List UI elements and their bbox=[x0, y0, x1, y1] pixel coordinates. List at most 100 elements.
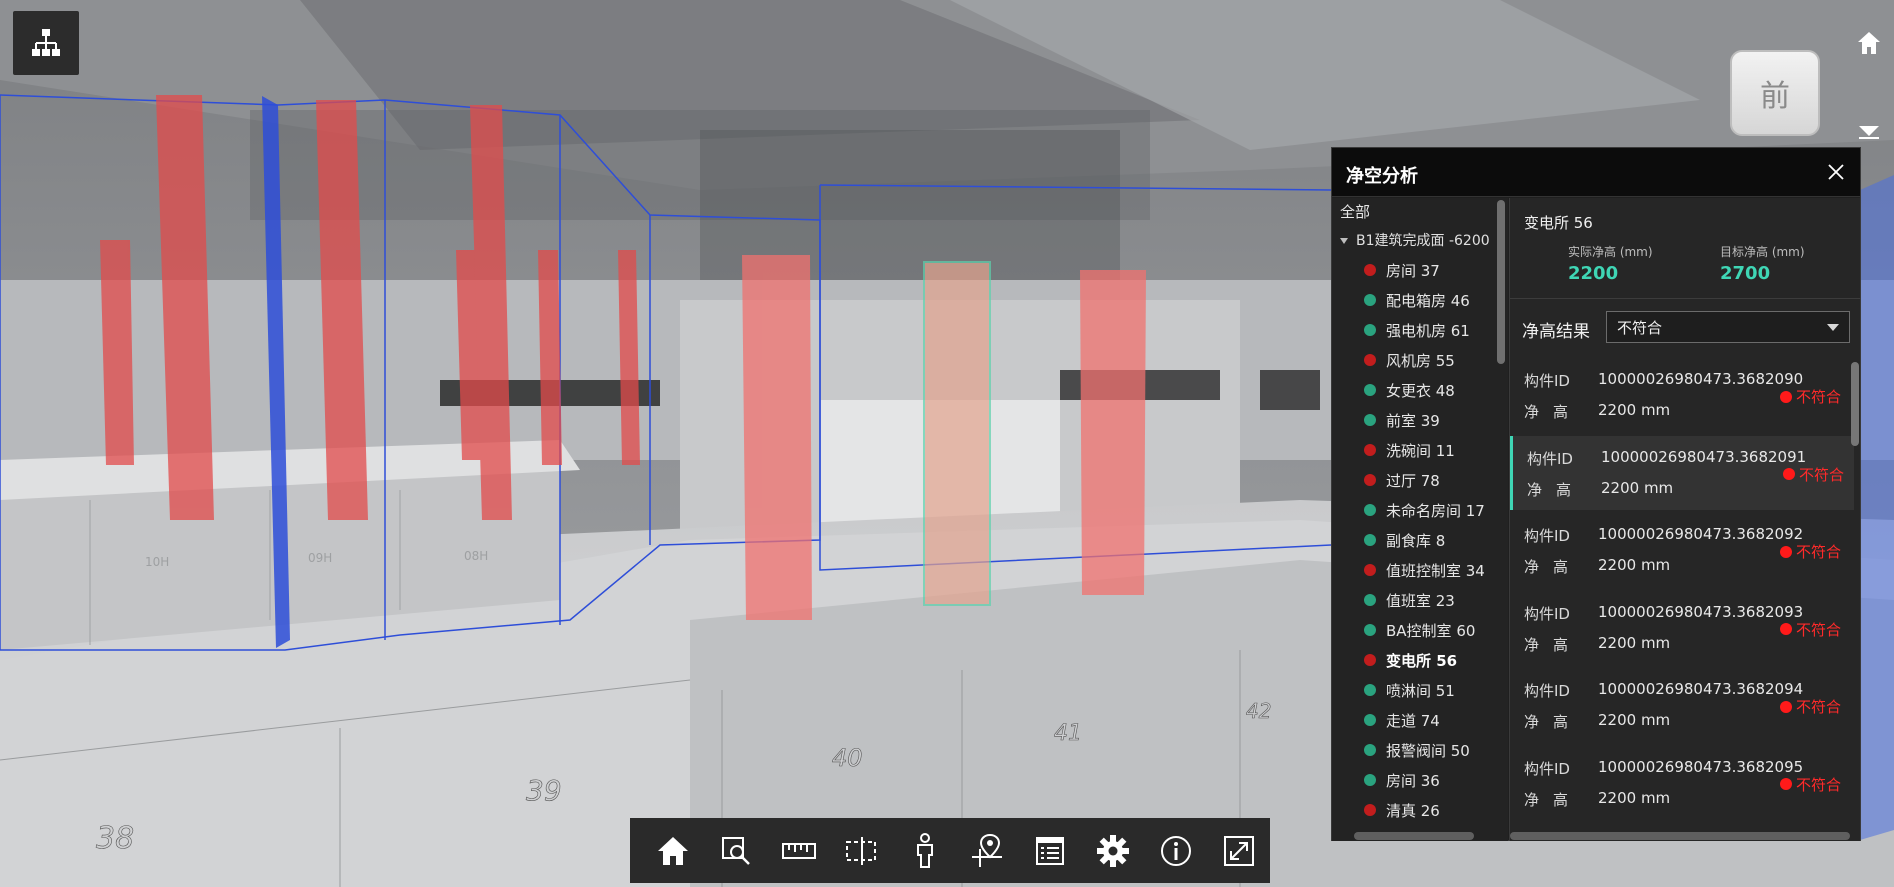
home-button[interactable] bbox=[642, 821, 705, 881]
walkthrough-button[interactable] bbox=[893, 821, 956, 881]
clear-height-value: 2200 mm bbox=[1601, 478, 1674, 497]
status-fail-dot bbox=[1780, 700, 1792, 713]
panel-title: 净空分析 bbox=[1346, 166, 1418, 187]
tree-item[interactable]: 报警阀间 50 bbox=[1364, 735, 1470, 765]
section-box-button[interactable] bbox=[830, 821, 893, 881]
status-pass-dot bbox=[1364, 414, 1376, 426]
locate-pin-icon bbox=[972, 833, 1003, 867]
status-fail-dot bbox=[1780, 390, 1792, 403]
home-icon bbox=[658, 836, 689, 865]
result-row[interactable]: 构件ID 10000026980473.3682094 净高 2200 mm 不符合 bbox=[1510, 668, 1854, 742]
clear-height-label: 净高 bbox=[1527, 480, 1586, 499]
result-filter-value: 不符合 bbox=[1617, 318, 1663, 337]
status-pass-dot bbox=[1364, 714, 1376, 726]
tree-item[interactable]: 房间 37 bbox=[1364, 255, 1440, 285]
tree-item-label: BA控制室 60 bbox=[1386, 621, 1476, 640]
result-row[interactable]: 构件ID 10000026980473.3682091 净高 2200 mm 不符合 bbox=[1510, 435, 1854, 510]
tree-item-label: 未命名房间 17 bbox=[1386, 501, 1485, 520]
locate-button[interactable] bbox=[956, 821, 1019, 881]
tree-root-all[interactable]: 全部 bbox=[1340, 201, 1370, 222]
result-status: 不符合 bbox=[1780, 386, 1841, 407]
chevron-down-icon bbox=[1827, 324, 1839, 331]
result-row[interactable]: 构件ID 10000026980473.3682092 净高 2200 mm 不符合 bbox=[1510, 513, 1854, 587]
target-height-label: 目标净高 (mm) bbox=[1720, 245, 1805, 259]
tree-item-label: 副食库 8 bbox=[1386, 531, 1446, 550]
tree-item[interactable]: 未命名房间 17 bbox=[1364, 495, 1485, 525]
status-pass-dot bbox=[1364, 294, 1376, 306]
tree-item[interactable]: 风机房 55 bbox=[1364, 345, 1455, 375]
list-vertical-scrollbar[interactable] bbox=[1851, 362, 1859, 446]
status-fail-dot bbox=[1364, 264, 1376, 276]
result-row[interactable]: 构件ID 10000026980473.3682093 净高 2200 mm 不符合 bbox=[1510, 591, 1854, 665]
status-pass-dot bbox=[1364, 624, 1376, 636]
divider bbox=[1510, 298, 1861, 299]
tree-item[interactable]: 洗碗间 11 bbox=[1364, 435, 1455, 465]
status-pass-dot bbox=[1364, 384, 1376, 396]
tree-item[interactable]: 配电箱房 46 bbox=[1364, 285, 1470, 315]
status-fail-dot bbox=[1364, 354, 1376, 366]
component-id-value: 10000026980473.3682093 bbox=[1598, 602, 1804, 621]
close-icon[interactable] bbox=[1824, 160, 1848, 184]
component-id-label: 构件ID bbox=[1524, 759, 1570, 778]
tree-item[interactable]: BA控制室 60 bbox=[1364, 615, 1475, 645]
result-status: 不符合 bbox=[1783, 464, 1844, 485]
component-id-label: 构件ID bbox=[1524, 372, 1570, 390]
component-id-label: 构件ID bbox=[1524, 527, 1570, 545]
tree-item[interactable]: 前室 39 bbox=[1364, 405, 1440, 435]
tree-item[interactable]: 值班控制室 34 bbox=[1364, 555, 1485, 585]
tree-item-label: 女更衣 48 bbox=[1386, 381, 1455, 400]
measure-button[interactable] bbox=[768, 821, 831, 881]
zone-label: 39 bbox=[526, 774, 562, 807]
target-height-value: 2700 bbox=[1720, 263, 1771, 284]
tree-item-label: 过厅 78 bbox=[1386, 471, 1440, 490]
tree-item[interactable]: 变电所 56 bbox=[1364, 645, 1457, 675]
properties-button[interactable] bbox=[1019, 821, 1082, 881]
tree-item[interactable]: 房间 36 bbox=[1364, 765, 1440, 795]
structure-tree-button[interactable] bbox=[13, 11, 79, 75]
tree-item-label: 风机房 55 bbox=[1386, 351, 1455, 370]
tree-item-label: 配电箱房 46 bbox=[1386, 291, 1470, 310]
status-fail-dot bbox=[1364, 474, 1376, 486]
zoom-region-button[interactable] bbox=[705, 821, 768, 881]
tree-item[interactable]: 女更衣 48 bbox=[1364, 375, 1455, 405]
result-filter-label: 净高结果 bbox=[1522, 322, 1590, 342]
status-pass-dot bbox=[1364, 504, 1376, 516]
tree-item-label: 喷淋间 51 bbox=[1386, 681, 1455, 700]
status-fail-dot bbox=[1364, 804, 1376, 816]
tree-level-b1[interactable]: B1建筑完成面 -6200 bbox=[1340, 230, 1490, 250]
status-fail-dot bbox=[1780, 545, 1792, 558]
component-id-label: 构件ID bbox=[1524, 604, 1570, 623]
room-tree[interactable]: 全部 B1建筑完成面 -6200 房间 37 配电箱房 46 强电机房 61 风机房 … bbox=[1332, 198, 1508, 841]
clear-height-label: 净高 bbox=[1524, 635, 1583, 654]
tree-item[interactable]: 值班室 23 bbox=[1364, 585, 1455, 615]
info-button[interactable] bbox=[1144, 821, 1207, 881]
list-horizontal-scrollbar[interactable] bbox=[1510, 832, 1850, 840]
result-row[interactable]: 构件ID 10000026980473.3682095 净高 2200 mm 不符合 bbox=[1510, 746, 1854, 820]
settings-button[interactable] bbox=[1082, 821, 1145, 881]
tree-item[interactable]: 副食库 8 bbox=[1364, 525, 1445, 555]
result-filter-select[interactable]: 不符合 bbox=[1606, 311, 1850, 343]
status-pass-dot bbox=[1364, 744, 1376, 756]
tree-horizontal-scrollbar[interactable] bbox=[1354, 832, 1474, 840]
component-id-value: 10000026980473.3682092 bbox=[1598, 525, 1804, 543]
tree-item[interactable]: 走道 74 bbox=[1364, 705, 1440, 735]
tree-item[interactable]: 清真 26 bbox=[1364, 795, 1440, 825]
result-row[interactable]: 构件ID 10000026980473.3682090 净高 2200 mm 不符合 bbox=[1510, 358, 1854, 432]
view-dropdown-icon[interactable] bbox=[1858, 124, 1880, 140]
result-list[interactable]: 构件ID 10000026980473.3682090 净高 2200 mm 不符合 构件… bbox=[1510, 358, 1854, 838]
collapse-triangle-icon[interactable] bbox=[1340, 238, 1348, 244]
fullscreen-button[interactable] bbox=[1207, 821, 1270, 881]
tree-level-b1-label: B1建筑完成面 -6200 bbox=[1356, 233, 1490, 249]
status-pass-dot bbox=[1364, 594, 1376, 606]
tree-item[interactable]: 过厅 78 bbox=[1364, 465, 1440, 495]
clear-height-value: 2200 mm bbox=[1598, 556, 1671, 574]
tree-item-label: 强电机房 61 bbox=[1386, 321, 1470, 340]
tree-item[interactable]: 强电机房 61 bbox=[1364, 315, 1470, 345]
view-home-icon[interactable] bbox=[1856, 30, 1882, 56]
3d-viewport[interactable]: 38 39 40 41 42 10H 09H 08H 前 净空分析 全部 B1建… bbox=[0, 0, 1894, 887]
view-cube[interactable]: 前 bbox=[1730, 50, 1820, 136]
clear-height-value: 2200 mm bbox=[1598, 788, 1671, 807]
tree-item[interactable]: 喷淋间 51 bbox=[1364, 675, 1455, 705]
person-icon bbox=[916, 832, 933, 868]
tree-vertical-scrollbar[interactable] bbox=[1497, 200, 1505, 364]
